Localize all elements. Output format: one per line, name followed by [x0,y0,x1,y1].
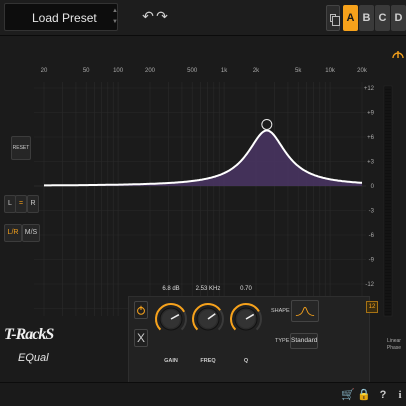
freq-knob[interactable] [190,301,226,337]
scale-range-button[interactable]: 12 [366,301,378,313]
freq-tick-label: 500 [187,68,198,74]
cart-icon[interactable]: 🛒 [341,387,355,403]
info-icon[interactable]: i [393,387,406,403]
band-power-button[interactable] [134,301,148,319]
gain-tick-label: +12 [364,86,375,92]
freq-label: FREQ [200,358,216,364]
product-name: EQual [18,352,49,364]
freq-tick-label: 5k [295,68,302,74]
freq-tick-label: 100 [113,68,124,74]
q-label: Q [243,358,249,364]
right-channel-button[interactable]: R [27,195,39,213]
gain-tick-label: -9 [369,258,375,264]
lr-mode-button[interactable]: L/R [4,224,22,242]
gain-tick-label: -3 [369,209,375,215]
preset-next-icon[interactable]: ▼ [110,17,120,28]
linear-phase-line1: Linear [387,338,401,344]
footer-bar: 🛒 🔒 ? i [0,382,406,406]
freq-tick-label: 50 [83,68,90,74]
gain-tick-label: +9 [367,111,375,117]
freq-tick-label: 10k [325,68,336,74]
top-bar: Load Preset ▲ ▼ ↶ ↷ A B C D [0,0,406,36]
redo-button[interactable]: ↷ [155,6,169,26]
help-icon[interactable]: ? [376,387,390,403]
gain-knob[interactable] [153,301,189,337]
copy-icon [330,14,340,26]
preset-prev-icon[interactable]: ▲ [110,6,120,17]
gain-tick-label: +3 [367,160,375,166]
lock-icon[interactable]: 🔒 [357,387,371,403]
slot-b-button[interactable]: B [359,5,374,31]
freq-tick-label: 2k [253,68,260,74]
freq-value: 2.53 KHz [195,286,221,292]
linear-phase-line2: Phase [386,345,402,351]
gain-tick-label: +6 [367,135,375,141]
type-label: TYPE [275,338,290,344]
type-selector[interactable]: Standard [290,333,318,349]
freq-tick-label: 200 [145,68,156,74]
linear-phase-label[interactable]: Linear Phase [384,338,404,352]
gain-tick-label: -6 [369,233,375,239]
q-value: 0.70 [240,286,252,292]
output-meter [383,85,393,317]
preset-label: Load Preset [32,11,97,25]
freq-tick-label: 20k [357,68,368,74]
undo-button[interactable]: ↶ [141,6,155,26]
freq-tick-label: 1k [221,68,228,74]
slot-d-button[interactable]: D [391,5,406,31]
q-knob[interactable] [228,301,264,337]
slot-a-button[interactable]: A [343,5,358,31]
preset-selector[interactable]: Load Preset ▲ ▼ [4,3,118,31]
bell-shape-icon [295,306,315,316]
reset-button[interactable]: RESET [11,136,31,160]
gain-value: 6.8 dB [162,286,180,292]
shape-selector[interactable] [291,300,319,322]
brand-logo: T-RackS [4,326,54,343]
link-channels-button[interactable]: = [15,195,27,213]
gain-label: GAIN [164,358,178,364]
gain-tick-label: -12 [365,282,374,288]
preset-arrows[interactable]: ▲ ▼ [110,6,120,28]
freq-tick-label: 20 [41,68,48,74]
band-close-button[interactable]: X [134,329,148,347]
shape-label: SHAPE [271,308,290,314]
copy-settings-button[interactable] [326,5,340,31]
ms-mode-button[interactable]: M/S [22,224,40,242]
slot-c-button[interactable]: C [375,5,390,31]
